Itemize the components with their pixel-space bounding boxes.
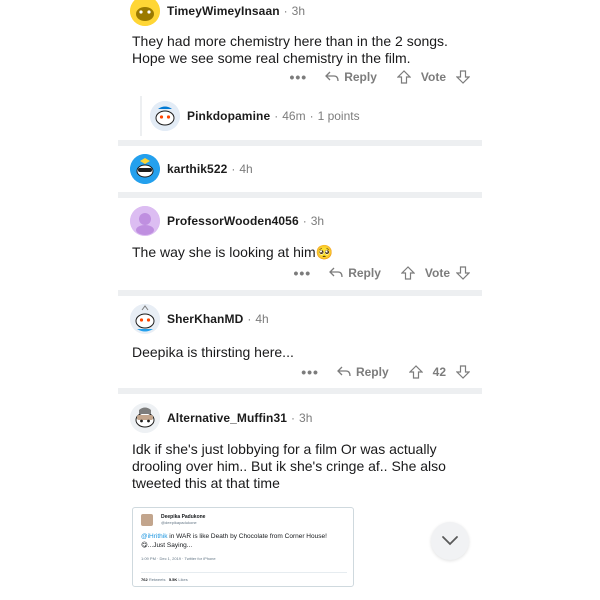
vote-count: 42: [432, 365, 446, 379]
comment-actions: ••• Reply Vote: [289, 69, 470, 85]
reply-button[interactable]: Reply: [337, 365, 389, 379]
tweet-mention: @iHrithik: [141, 533, 168, 540]
vote-label: Vote: [424, 266, 450, 280]
username[interactable]: Pinkdopamine: [187, 109, 270, 123]
comment-header: ProfessorWooden4056 · 3h: [130, 204, 324, 238]
separator-dot: ·: [283, 4, 288, 18]
timestamp: 3h: [310, 214, 325, 228]
comments-column: TimeyWimeyInsaan · 3h They had more chem…: [118, 0, 482, 600]
comment-body: Idk if she's just lobbying for a film Or…: [132, 441, 446, 491]
tweet-body: in WAR is like Death by Chocolate from C…: [141, 533, 327, 549]
avatar[interactable]: [150, 101, 180, 131]
username[interactable]: TimeyWimeyInsaan: [167, 4, 280, 18]
tweet-timestamp: 1:09 PM · Dec 1, 2019 · Twitter for iPho…: [141, 556, 216, 561]
scroll-down-button[interactable]: [431, 522, 469, 560]
comment-professorwooden4056: ProfessorWooden4056 · 3h The way she is …: [118, 198, 482, 290]
snoo-avatar-icon: [130, 0, 160, 26]
vote-controls: 42: [408, 365, 470, 379]
tweet-retweets-count: 762: [141, 577, 148, 582]
chevron-down-icon: [441, 535, 459, 547]
snoo-avatar-icon: [130, 154, 160, 184]
more-dots-icon[interactable]: •••: [289, 69, 307, 85]
snoo-avatar-icon: [130, 304, 160, 334]
comment-header: TimeyWimeyInsaan · 3h: [130, 0, 305, 28]
embedded-tweet-image[interactable]: Deepika Padukone @deepikapadukone @iHrit…: [132, 507, 354, 587]
comment-actions: ••• Reply Vote: [293, 265, 470, 281]
tweet-author-handle: @deepikapadukone: [161, 520, 197, 525]
vote-label: Vote: [420, 70, 446, 84]
downvote-arrow-icon[interactable]: [456, 365, 470, 379]
comment-alternative-muffin31: Alternative_Muffin31 · 3h Idk if she's j…: [118, 394, 482, 600]
comment-header: SherKhanMD · 4h: [130, 302, 269, 336]
timestamp: 4h: [255, 312, 269, 326]
timestamp: 46m: [282, 109, 306, 123]
comment-body: The way she is looking at him🥺: [132, 244, 334, 260]
avatar[interactable]: [130, 403, 160, 433]
avatar[interactable]: [130, 304, 160, 334]
username[interactable]: Alternative_Muffin31: [167, 411, 287, 425]
tweet-likes-count: 5.5K: [168, 577, 178, 582]
timestamp: 3h: [299, 411, 313, 425]
comment-body: They had more chemistry here than in the…: [132, 33, 448, 66]
username[interactable]: karthik522: [167, 162, 227, 176]
more-dots-icon[interactable]: •••: [293, 265, 311, 281]
tweet-avatar: [141, 514, 153, 526]
username[interactable]: SherKhanMD: [167, 312, 243, 326]
comment-header: Alternative_Muffin31 · 3h: [130, 401, 312, 435]
reply-arrow-icon: [337, 366, 351, 378]
downvote-arrow-icon[interactable]: [456, 266, 470, 280]
reply-label: Reply: [348, 266, 381, 280]
vote-controls: Vote: [400, 266, 470, 280]
more-dots-icon[interactable]: •••: [301, 364, 319, 380]
tweet-text: @iHrithik in WAR is like Death by Chocol…: [141, 532, 341, 550]
timestamp: 3h: [291, 4, 306, 18]
tweet-stats: 762 Retweets 5.5K Likes: [141, 572, 347, 582]
snoo-avatar-icon: [150, 101, 180, 131]
separator-dot: ·: [247, 312, 252, 326]
reply-arrow-icon: [325, 71, 339, 83]
downvote-arrow-icon[interactable]: [456, 70, 470, 84]
tweet-likes-label: Likes: [178, 577, 188, 582]
comment-actions: ••• Reply 42: [301, 364, 470, 380]
reply-button[interactable]: Reply: [329, 266, 381, 280]
reply-arrow-icon: [329, 267, 343, 279]
separator-dot: ·: [291, 411, 296, 425]
reply-header: Pinkdopamine · 46m · 1 points: [150, 99, 360, 133]
upvote-arrow-icon[interactable]: [408, 365, 423, 379]
comment-header: karthik522 · 4h: [130, 152, 253, 186]
comment-karthik522: karthik522 · 4h: [118, 146, 482, 190]
avatar[interactable]: [130, 206, 160, 236]
separator-dot: ·: [231, 162, 236, 176]
upvote-arrow-icon[interactable]: [396, 70, 411, 84]
nested-reply: Pinkdopamine · 46m · 1 points: [140, 96, 470, 136]
avatar[interactable]: [130, 0, 160, 26]
separator-dot: ·: [302, 214, 307, 228]
comment-sherkhanmd: SherKhanMD · 4h Deepika is thirsting her…: [118, 296, 482, 388]
vote-controls: Vote: [396, 70, 470, 84]
upvote-arrow-icon[interactable]: [400, 266, 415, 280]
reply-label: Reply: [344, 70, 377, 84]
comment-body: Deepika is thirsting here...: [132, 344, 294, 360]
separator-dot: ·: [309, 109, 314, 123]
snoo-avatar-icon: [130, 403, 160, 433]
points: 1 points: [317, 109, 360, 123]
timestamp: 4h: [239, 162, 253, 176]
reply-button[interactable]: Reply: [325, 70, 377, 84]
comment-timeywimeyinsaan: TimeyWimeyInsaan · 3h They had more chem…: [118, 0, 482, 140]
reply-label: Reply: [355, 365, 389, 379]
tweet-retweets-label: Retweets: [148, 577, 166, 582]
separator-dot: ·: [274, 109, 279, 123]
snoo-avatar-icon: [130, 206, 160, 236]
avatar[interactable]: [130, 154, 160, 184]
username[interactable]: ProfessorWooden4056: [167, 214, 299, 228]
